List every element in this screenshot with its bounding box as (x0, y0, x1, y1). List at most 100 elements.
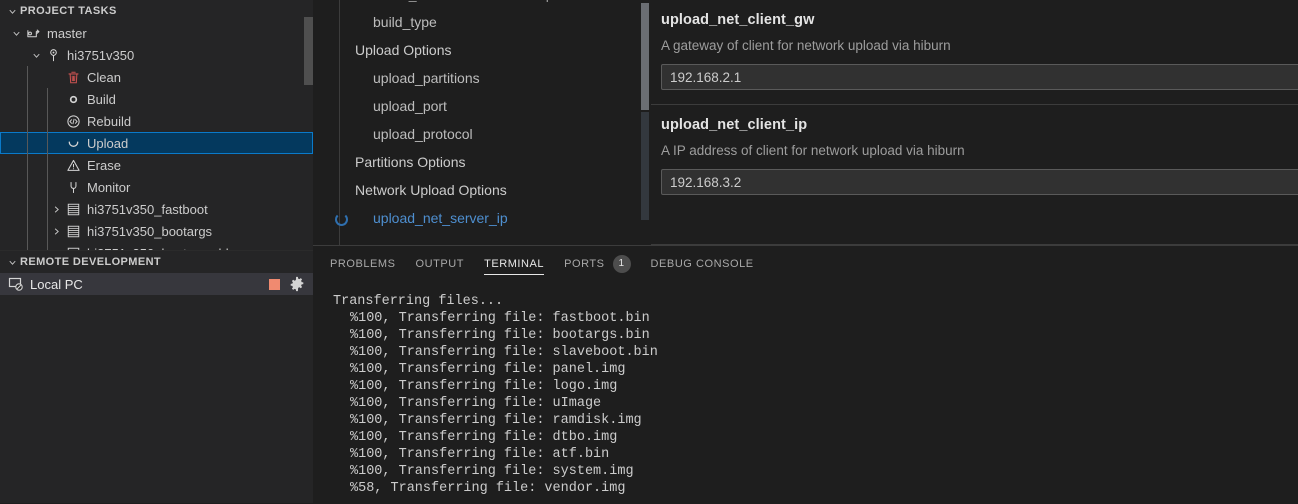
setting-description: A gateway of client for network upload v… (661, 38, 1298, 53)
settings-tree-scrollbar-track[interactable] (641, 112, 649, 220)
tree-indent-guide (27, 66, 28, 266)
chevron-down-icon (4, 3, 20, 19)
remote-row-local-pc[interactable]: Local PC (0, 273, 313, 295)
server-icon (64, 198, 82, 220)
settings-tree-item-label: upload_protocol (373, 126, 473, 142)
terminal-line: %100, Transferring file: dtbo.img (333, 429, 1298, 446)
task-tree-item-label: Clean (82, 70, 121, 85)
tab-label: PORTS (564, 258, 604, 270)
terminal-line: %100, Transferring file: uImage (333, 395, 1298, 412)
gear-icon[interactable] (289, 276, 305, 292)
tab-terminal[interactable]: TERMINAL (474, 246, 554, 281)
sidebar-scrollbar[interactable] (303, 0, 313, 245)
sidebar-scrollbar-thumb[interactable] (304, 17, 313, 85)
tab-output[interactable]: OUTPUT (406, 246, 475, 281)
sidebar: PROJECT TASKS master hi3751v350 Clean Build… (0, 0, 313, 503)
chevron-down-icon[interactable] (8, 22, 24, 44)
settings-tree-item-label: Upload Options (355, 42, 452, 58)
terminal-line: %100, Transferring file: system.img (333, 463, 1298, 480)
remote-development-header[interactable]: REMOTE DEVELOPMENT (0, 250, 313, 273)
terminal-line: %100, Transferring file: panel.img (333, 361, 1298, 378)
tab-ports[interactable]: PORTS 1 (554, 246, 640, 281)
tab-debug-console[interactable]: DEBUG CONSOLE (641, 246, 764, 281)
warning-icon (64, 154, 82, 176)
task-tree-item-label: Rebuild (82, 114, 131, 129)
tab-problems[interactable]: PROBLEMS (320, 246, 406, 281)
settings-tree-item-label: upload_net_server_ip (373, 210, 508, 226)
trash-icon (64, 66, 82, 88)
tab-label: OUTPUT (416, 258, 465, 270)
chevron-right-icon[interactable] (48, 220, 64, 242)
setting-value-input[interactable] (661, 169, 1298, 195)
settings-detail-panel: upload_net_client_gw A gateway of client … (651, 0, 1298, 245)
terminal-line: %100, Transferring file: ramdisk.img (333, 412, 1298, 429)
chevron-down-icon[interactable] (28, 44, 44, 66)
settings-tree-item-label: upload_partitions (373, 70, 480, 86)
project-tasks-title: PROJECT TASKS (20, 5, 117, 17)
settings-tree-item-upload-options[interactable]: Upload Options (325, 36, 650, 64)
terminal-output[interactable]: Transferring files...%100, Transferring … (313, 281, 1298, 497)
terminal-line: %100, Transferring file: atf.bin (333, 446, 1298, 463)
tree-indent-guide (47, 88, 48, 266)
tree-spacer (48, 110, 64, 132)
circle-icon (64, 88, 82, 110)
source-control-icon (24, 22, 42, 44)
settings-tree-item-label: build_type (373, 14, 437, 30)
settings-tree-item-label: Partitions Options (355, 154, 466, 170)
loading-spinner-icon (335, 213, 348, 226)
task-tree-item-label: Build (82, 92, 116, 107)
project-tasks-section-header[interactable]: PROJECT TASKS (0, 0, 313, 22)
remote-explorer-icon (8, 276, 24, 292)
tree-spacer (48, 66, 64, 88)
stop-square-icon[interactable] (269, 279, 280, 290)
task-tree-item-label: hi3751v350 (62, 48, 134, 63)
settings-tree-panel: board_frameworks.hb.build.product build_t… (325, 0, 650, 245)
setting-value-input[interactable] (661, 64, 1298, 90)
task-tree-item-clean[interactable]: Clean (0, 66, 313, 88)
settings-tree-item-label: board_frameworks.hb.build.product (373, 0, 592, 2)
setting-item: upload_net_client_ip A IP address of clie… (651, 104, 1298, 209)
tab-label: DEBUG CONSOLE (651, 258, 754, 270)
settings-tree-item-board-frameworks-hb-build-product[interactable]: board_frameworks.hb.build.product (325, 0, 650, 8)
settings-tree-item-build-type[interactable]: build_type (325, 8, 650, 36)
terminal-line: %58, Transferring file: vendor.img (333, 480, 1298, 497)
setting-description: A IP address of client for network uploa… (661, 143, 1298, 158)
setting-title: upload_net_client_gw (661, 12, 1298, 28)
task-tree-item-label: hi3751v350_bootargs (82, 224, 212, 239)
settings-tree-item-upload-protocol[interactable]: upload_protocol (325, 120, 650, 148)
terminal-line: Transferring files... (333, 293, 1298, 310)
terminal-line: %100, Transferring file: slaveboot.bin (333, 344, 1298, 361)
upload-arc-icon (64, 132, 82, 154)
code-circle-icon (64, 110, 82, 132)
settings-tree-item-partitions-options[interactable]: Partitions Options (325, 148, 650, 176)
tree-spacer (48, 88, 64, 110)
task-tree-item-label: Erase (82, 158, 121, 173)
server-icon (64, 220, 82, 242)
setting-item: upload_net_client_gw A gateway of client … (651, 0, 1298, 104)
tab-label: TERMINAL (484, 258, 544, 270)
tab-label: PROBLEMS (330, 258, 396, 270)
plug-icon (64, 176, 82, 198)
task-tree-item-label: Upload (82, 136, 128, 151)
bottom-panel: PROBLEMS OUTPUT TERMINAL PORTS 1 DEBUG CONSOL… (313, 245, 1298, 504)
task-tree-item-master[interactable]: master (0, 22, 313, 44)
settings-tree-item-upload-net-server-ip[interactable]: upload_net_server_ip (325, 204, 650, 232)
vscode-window: PROJECT TASKS master hi3751v350 Clean Build… (0, 0, 1298, 503)
tab-badge: 1 (613, 255, 631, 273)
panel-tab-bar: PROBLEMS OUTPUT TERMINAL PORTS 1 DEBUG CONSOL… (313, 246, 1298, 281)
settings-tree-item-network-upload-options[interactable]: Network Upload Options (325, 176, 650, 204)
chevron-right-icon[interactable] (48, 198, 64, 220)
task-tree-item-label: Monitor (82, 180, 130, 195)
setting-title: upload_net_client_ip (661, 117, 1298, 133)
task-tree-item-label: master (42, 26, 87, 41)
settings-tree-scrollbar-thumb[interactable] (641, 3, 649, 110)
remote-row-label: Local PC (24, 277, 269, 292)
terminal-line: %100, Transferring file: fastboot.bin (333, 310, 1298, 327)
location-pin-icon (44, 44, 62, 66)
settings-tree-item-upload-partitions[interactable]: upload_partitions (325, 64, 650, 92)
settings-tree-item-upload-port[interactable]: upload_port (325, 92, 650, 120)
settings-tree-scrollbar[interactable] (640, 0, 650, 245)
remote-development-title: REMOTE DEVELOPMENT (20, 256, 161, 268)
task-tree-item-hi3751v350[interactable]: hi3751v350 (0, 44, 313, 66)
settings-tree-item-label: Network Upload Options (355, 182, 507, 198)
